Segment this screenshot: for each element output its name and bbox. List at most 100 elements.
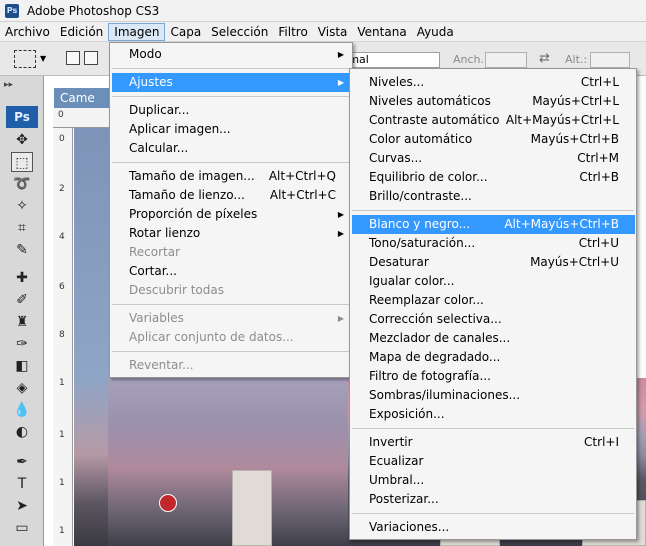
menu-item-label: Curvas... bbox=[369, 151, 423, 165]
width-label: Anch.: bbox=[453, 53, 488, 66]
document-tab[interactable]: Came bbox=[54, 88, 114, 108]
new-selection-icon[interactable] bbox=[66, 51, 80, 65]
imagen-item-modo[interactable]: Modo ▶ bbox=[112, 45, 350, 64]
ajustes-item-niveles-automaticos[interactable]: Niveles automáticos Mayús+Ctrl+L bbox=[352, 92, 635, 111]
shape-tool-icon[interactable]: ▭ bbox=[11, 518, 33, 538]
menu-item-label: Cortar... bbox=[129, 264, 177, 278]
history-brush-icon[interactable]: ✑ bbox=[11, 334, 33, 354]
type-tool-icon[interactable]: T bbox=[11, 474, 33, 494]
path-selection-icon[interactable]: ➤ bbox=[11, 496, 33, 516]
ruler-number: 1 bbox=[59, 430, 65, 440]
style-select[interactable]: rmal bbox=[340, 52, 440, 68]
pen-tool-icon[interactable]: ✒ bbox=[11, 452, 33, 472]
ruler-number: 1 bbox=[59, 478, 65, 488]
chevron-down-icon[interactable]: ▼ bbox=[40, 54, 46, 63]
ruler-number: 0 bbox=[59, 134, 65, 144]
ruler-number: 1 bbox=[59, 526, 65, 536]
menu-capa[interactable]: Capa bbox=[165, 23, 206, 41]
menu-separator bbox=[112, 304, 350, 305]
imagen-item-duplicar[interactable]: Duplicar... bbox=[112, 101, 350, 120]
paint-bucket-icon[interactable]: ◈ bbox=[11, 378, 33, 398]
blur-tool-icon[interactable]: 💧 bbox=[11, 400, 33, 420]
menu-item-label: Niveles... bbox=[369, 75, 425, 89]
menu-separator bbox=[112, 96, 350, 97]
ajustes-item-curvas[interactable]: Curvas... Ctrl+M bbox=[352, 149, 635, 168]
ajustes-item-sombras-iluminaciones[interactable]: Sombras/iluminaciones... bbox=[352, 386, 635, 405]
imagen-item-ajustes[interactable]: Ajustes ▶ bbox=[112, 73, 350, 92]
height-input[interactable] bbox=[590, 52, 630, 68]
marquee-tool-icon[interactable]: ⬚ bbox=[11, 152, 33, 172]
ajustes-item-mezclador-de-canales[interactable]: Mezclador de canales... bbox=[352, 329, 635, 348]
submenu-arrow-icon: ▶ bbox=[337, 314, 344, 323]
imagen-item-aplicar-conjunto-de-datos: Aplicar conjunto de datos... bbox=[112, 328, 350, 347]
brush-tool-icon[interactable]: ✐ bbox=[11, 290, 33, 310]
menu-separator bbox=[352, 210, 634, 211]
menu-filtro[interactable]: Filtro bbox=[273, 23, 312, 41]
swap-icon[interactable]: ⇄ bbox=[539, 51, 550, 66]
ajustes-item-equilibrio-de-color[interactable]: Equilibrio de color... Ctrl+B bbox=[352, 168, 635, 187]
imagen-item-cortar[interactable]: Cortar... bbox=[112, 262, 350, 281]
ajustes-item-invertir[interactable]: Invertir Ctrl+I bbox=[352, 433, 635, 452]
menu-item-label: Aplicar imagen... bbox=[129, 122, 231, 136]
ajustes-item-ecualizar[interactable]: Ecualizar bbox=[352, 452, 635, 471]
marquee-preset-icon[interactable] bbox=[14, 50, 36, 68]
collapse-grip-icon[interactable]: ▸▸ bbox=[4, 80, 13, 90]
menu-edicion[interactable]: Edición bbox=[55, 23, 108, 41]
ajustes-item-tono-saturacion[interactable]: Tono/saturación... Ctrl+U bbox=[352, 234, 635, 253]
ajustes-item-mapa-de-degradado[interactable]: Mapa de degradado... bbox=[352, 348, 635, 367]
imagen-item-proporcion-de-pixeles[interactable]: Proporción de píxeles ▶ bbox=[112, 205, 350, 224]
lasso-tool-icon[interactable]: ➰ bbox=[11, 174, 33, 194]
menu-item-shortcut: Alt+Mayús+Ctrl+B bbox=[504, 217, 619, 231]
menu-separator bbox=[112, 351, 350, 352]
imagen-item-tamano-de-lienzo[interactable]: Tamaño de lienzo... Alt+Ctrl+C bbox=[112, 186, 350, 205]
menu-item-label: Umbral... bbox=[369, 473, 425, 487]
ajustes-item-filtro-de-fotografia[interactable]: Filtro de fotografía... bbox=[352, 367, 635, 386]
imagen-item-rotar-lienzo[interactable]: Rotar lienzo ▶ bbox=[112, 224, 350, 243]
magic-wand-icon[interactable]: ✧ bbox=[11, 196, 33, 216]
slice-tool-icon[interactable]: ✎ bbox=[11, 240, 33, 260]
width-input[interactable] bbox=[485, 52, 527, 68]
submenu-arrow-icon: ▶ bbox=[337, 210, 344, 219]
ajustes-item-exposicion[interactable]: Exposición... bbox=[352, 405, 635, 424]
height-label: Alt.: bbox=[565, 53, 588, 66]
ajustes-item-reemplazar-color[interactable]: Reemplazar color... bbox=[352, 291, 635, 310]
imagen-item-calcular[interactable]: Calcular... bbox=[112, 139, 350, 158]
menu-archivo[interactable]: Archivo bbox=[0, 23, 55, 41]
menu-item-shortcut: Ctrl+I bbox=[584, 435, 619, 449]
imagen-item-tamano-de-imagen[interactable]: Tamaño de imagen... Alt+Ctrl+Q bbox=[112, 167, 350, 186]
menu-item-shortcut: Mayús+Ctrl+U bbox=[530, 255, 619, 269]
dodge-tool-icon[interactable]: ◐ bbox=[11, 422, 33, 442]
eraser-tool-icon[interactable]: ◧ bbox=[11, 356, 33, 376]
menu-ayuda[interactable]: Ayuda bbox=[412, 23, 459, 41]
window-title: Adobe Photoshop CS3 bbox=[27, 3, 160, 18]
ajustes-item-desaturar[interactable]: Desaturar Mayús+Ctrl+U bbox=[352, 253, 635, 272]
menu-ventana[interactable]: Ventana bbox=[352, 23, 411, 41]
ajustes-item-contraste-automatico[interactable]: Contraste automático Alt+Mayús+Ctrl+L bbox=[352, 111, 635, 130]
ajustes-item-igualar-color[interactable]: Igualar color... bbox=[352, 272, 635, 291]
ajustes-item-color-automatico[interactable]: Color automático Mayús+Ctrl+B bbox=[352, 130, 635, 149]
menu-imagen[interactable]: Imagen bbox=[108, 22, 166, 41]
imagen-item-aplicar-imagen[interactable]: Aplicar imagen... bbox=[112, 120, 350, 139]
menu-item-label: Corrección selectiva... bbox=[369, 312, 502, 326]
ajustes-item-brillo-contraste[interactable]: Brillo/contraste... bbox=[352, 187, 635, 206]
menu-vista[interactable]: Vista bbox=[313, 23, 353, 41]
ajustes-item-correccion-selectiva[interactable]: Corrección selectiva... bbox=[352, 310, 635, 329]
menu-item-label: Modo bbox=[129, 47, 162, 61]
ajustes-item-posterizar[interactable]: Posterizar... bbox=[352, 490, 635, 509]
menu-item-shortcut: Mayús+Ctrl+B bbox=[530, 132, 619, 146]
menu-seleccion[interactable]: Selección bbox=[206, 23, 273, 41]
healing-brush-icon[interactable]: ✚ bbox=[11, 268, 33, 288]
menu-item-label: Tamaño de lienzo... bbox=[129, 188, 245, 202]
menu-item-label: Variables bbox=[129, 311, 184, 325]
stamp-tool-icon[interactable]: ♜ bbox=[11, 312, 33, 332]
crop-tool-icon[interactable]: ⌗ bbox=[11, 218, 33, 238]
add-selection-icon[interactable] bbox=[84, 51, 98, 65]
ajustes-item-umbral[interactable]: Umbral... bbox=[352, 471, 635, 490]
move-tool-icon[interactable]: ✥ bbox=[11, 130, 33, 150]
ajustes-item-blanco-y-negro[interactable]: Blanco y negro... Alt+Mayús+Ctrl+B bbox=[352, 215, 635, 234]
menu-separator bbox=[352, 428, 634, 429]
canvas-photo-lower[interactable] bbox=[108, 372, 348, 546]
submenu-arrow-icon: ▶ bbox=[337, 78, 344, 87]
ajustes-item-niveles[interactable]: Niveles... Ctrl+L bbox=[352, 73, 635, 92]
ajustes-item-variaciones[interactable]: Variaciones... bbox=[352, 518, 635, 537]
